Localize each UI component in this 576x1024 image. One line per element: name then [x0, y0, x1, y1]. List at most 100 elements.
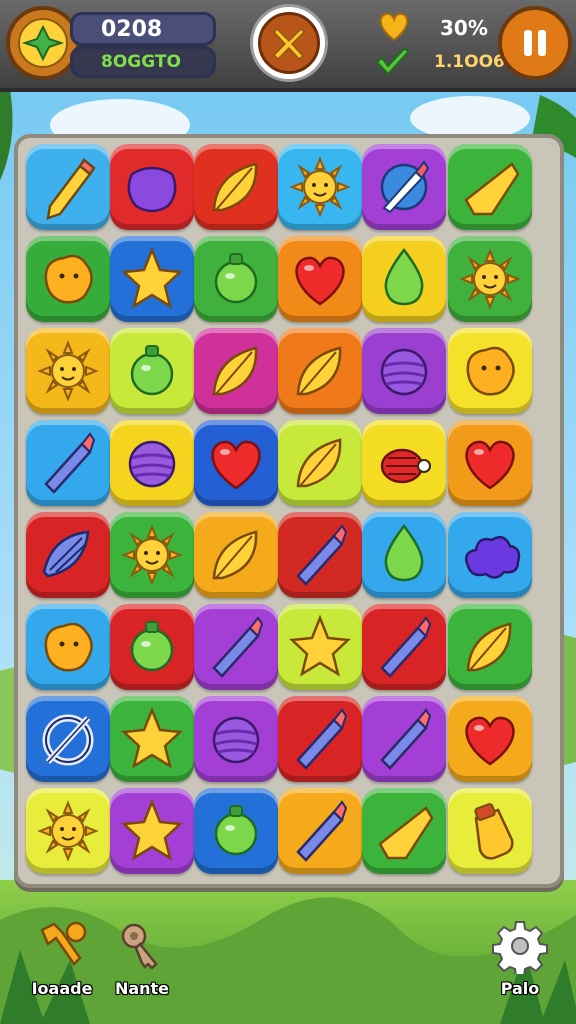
board-tile-r1-c4[interactable]	[278, 144, 362, 230]
board-tile-r4-c2[interactable]	[110, 420, 194, 506]
leaf-icon	[296, 346, 342, 396]
board-tile-r4-c6[interactable]	[448, 420, 532, 506]
board-tile-r8-c1[interactable]	[26, 788, 110, 874]
heart-icon	[211, 440, 261, 490]
crystal-icon	[378, 806, 434, 860]
board-tile-r4-c3[interactable]	[194, 420, 278, 506]
board-tile-r2-c4[interactable]	[278, 236, 362, 322]
board-tile-r2-c6[interactable]	[448, 236, 532, 322]
board-tile-r8-c2[interactable]	[110, 788, 194, 874]
board-tile-r4-c5[interactable]	[362, 420, 446, 506]
blob-icon	[44, 254, 93, 304]
crayon-icon	[44, 432, 96, 494]
board-tile-r8-c5[interactable]	[362, 788, 446, 874]
board-tile-r3-c3[interactable]	[194, 328, 278, 414]
board-tile-r3-c5[interactable]	[362, 328, 446, 414]
drop-icon	[384, 247, 424, 306]
board-tile-r6-c6[interactable]	[448, 604, 532, 690]
board-tile-r1-c5[interactable]	[362, 144, 446, 230]
board-tile-r7-c2[interactable]	[110, 696, 194, 782]
pause-button[interactable]	[498, 6, 572, 80]
pencil-icon	[46, 158, 96, 220]
key-booster-button[interactable]: Nante	[102, 918, 182, 998]
brush-icon	[380, 160, 430, 214]
star-icon	[121, 798, 183, 861]
close-button[interactable]	[250, 4, 328, 82]
sun-icon	[289, 156, 351, 218]
sun-icon	[121, 524, 183, 586]
board-tile-r5-c5[interactable]	[362, 512, 446, 598]
board-tile-r5-c6[interactable]	[448, 512, 532, 598]
pause-icon	[524, 30, 546, 56]
board-tile-r7-c5[interactable]	[362, 696, 446, 782]
hammer-booster-label: Ioaade	[31, 979, 93, 998]
board-tile-r5-c3[interactable]	[194, 512, 278, 598]
percent-value: 30%	[440, 16, 488, 40]
ring-icon	[42, 714, 94, 766]
blob-icon	[466, 346, 515, 396]
bottle-icon	[474, 803, 514, 860]
board-tile-r3-c4[interactable]	[278, 328, 362, 414]
shell-icon	[42, 530, 90, 578]
board-tile-r2-c3[interactable]	[194, 236, 278, 322]
board-tile-r3-c1[interactable]	[26, 328, 110, 414]
bulb-icon	[214, 805, 258, 856]
board-tile-r4-c1[interactable]	[26, 420, 110, 506]
moves-value: 1.1OO6	[434, 52, 505, 72]
star-icon	[289, 614, 351, 677]
board-tile-r7-c3[interactable]	[194, 696, 278, 782]
board-tile-r2-c5[interactable]	[362, 236, 446, 322]
board-tile-r7-c4[interactable]	[278, 696, 362, 782]
coins-value: 8OGGTO	[101, 52, 181, 72]
board-tile-r1-c6[interactable]	[448, 144, 532, 230]
board-tile-r5-c2[interactable]	[110, 512, 194, 598]
top-hud: 0208 8OGGTO 30% 1.1OO6	[0, 0, 576, 92]
leaf-icon	[466, 622, 512, 672]
board-tile-r7-c1[interactable]	[26, 696, 110, 782]
leaf-icon	[212, 346, 258, 396]
ball-icon	[128, 440, 176, 488]
board-tile-r2-c2[interactable]	[110, 236, 194, 322]
board-tile-r5-c1[interactable]	[26, 512, 110, 598]
settings-label: Palo	[500, 979, 540, 998]
board-tile-r6-c1[interactable]	[26, 604, 110, 690]
key-icon	[121, 923, 158, 970]
heart-icon	[465, 440, 515, 490]
board-tile-r1-c3[interactable]	[194, 144, 278, 230]
board-tile-r3-c2[interactable]	[110, 328, 194, 414]
crayon-icon	[380, 708, 432, 770]
board-tile-r8-c3[interactable]	[194, 788, 278, 874]
purple-blob-icon	[127, 166, 177, 213]
board-tile-r6-c3[interactable]	[194, 604, 278, 690]
sun-icon	[37, 340, 99, 402]
crayon-icon	[296, 524, 348, 586]
board-tile-r6-c2[interactable]	[110, 604, 194, 690]
clover-badge-icon	[18, 18, 68, 68]
board-tile-r6-c5[interactable]	[362, 604, 446, 690]
leaf-icon	[212, 162, 258, 212]
heart-icon	[379, 12, 409, 42]
leaf-icon	[212, 530, 258, 580]
board-tile-r3-c6[interactable]	[448, 328, 532, 414]
board-tile-r6-c4[interactable]	[278, 604, 362, 690]
board-tile-r4-c4[interactable]	[278, 420, 362, 506]
score-value: 0208	[101, 16, 163, 42]
settings-button[interactable]: Palo	[480, 918, 560, 998]
hammer-booster-button[interactable]: Ioaade	[22, 918, 102, 998]
board-tile-r8-c6[interactable]	[448, 788, 532, 874]
board-tile-r5-c4[interactable]	[278, 512, 362, 598]
check-icon	[375, 47, 411, 76]
hammer-icon	[40, 921, 87, 966]
sun-icon	[37, 800, 99, 862]
gear-icon	[492, 921, 548, 977]
board-tile-r2-c1[interactable]	[26, 236, 110, 322]
board-tile-r1-c1[interactable]	[26, 144, 110, 230]
bulb-icon	[130, 621, 174, 672]
board-tile-r1-c2[interactable]	[110, 144, 194, 230]
profile-button[interactable]	[6, 6, 80, 80]
blob-icon	[44, 622, 93, 672]
heart-icon	[465, 716, 515, 766]
crayon-icon	[296, 800, 348, 862]
board-tile-r7-c6[interactable]	[448, 696, 532, 782]
board-tile-r8-c4[interactable]	[278, 788, 362, 874]
